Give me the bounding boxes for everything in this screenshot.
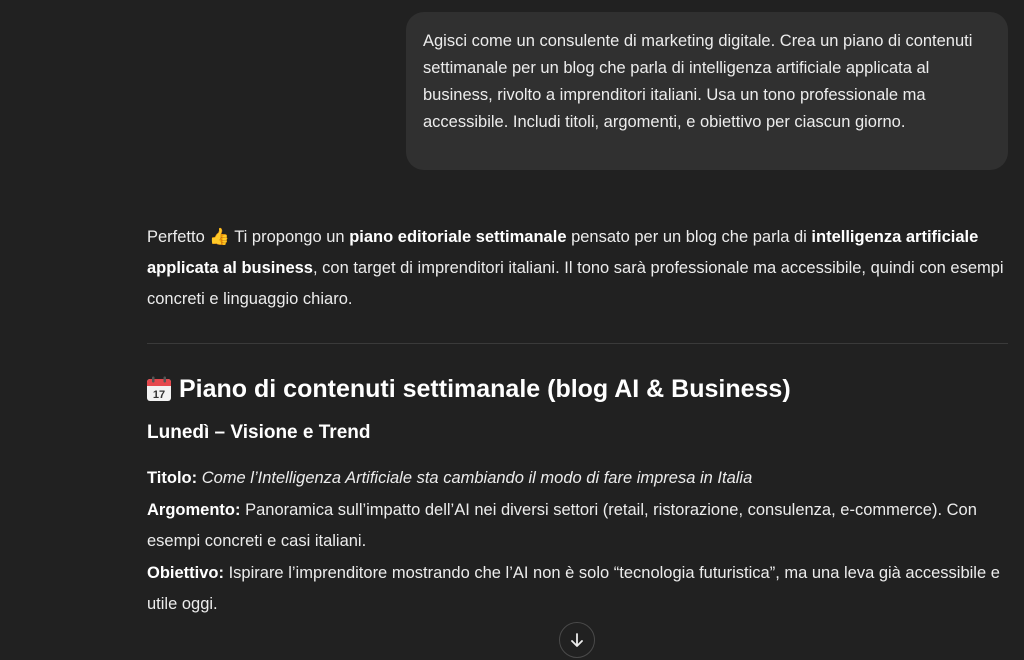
intro-text-3: pensato per un blog che parla di — [566, 228, 812, 246]
scroll-to-bottom-button[interactable] — [559, 622, 595, 658]
titolo-value: Come l’Intelligenza Artificiale sta camb… — [201, 469, 753, 487]
obiettivo-label: Obiettivo: — [147, 563, 224, 582]
thumbs-up-icon: 👍 — [209, 228, 230, 246]
section-divider — [147, 343, 1008, 344]
titolo-line: Titolo: Come l’Intelligenza Artificiale … — [147, 463, 1009, 495]
user-message-text: Agisci come un consulente di marketing d… — [423, 32, 973, 131]
intro-text-1: Perfetto — [147, 228, 210, 246]
intro-bold-1: piano editoriale settimanale — [349, 228, 567, 246]
calendar-icon: 17 — [147, 376, 171, 401]
plan-heading-text: Piano di contenuti settimanale (blog AI … — [179, 375, 791, 403]
assistant-intro: Perfetto 👍 Ti propongo un piano editoria… — [147, 222, 1009, 315]
argomento-value: Panoramica sull’impatto dell’AI nei dive… — [147, 500, 977, 551]
svg-text:17: 17 — [153, 389, 165, 401]
titolo-label: Titolo: — [147, 469, 198, 487]
assistant-message: Perfetto 👍 Ti propongo un piano editoria… — [147, 222, 1009, 621]
obiettivo-line: Obiettivo: Ispirare l’imprenditore mostr… — [147, 558, 1009, 621]
user-message-bubble: Agisci come un consulente di marketing d… — [406, 12, 1008, 170]
argomento-label: Argomento: — [147, 500, 241, 519]
plan-heading: 17 Piano di contenuti settimanale (blog … — [145, 372, 1009, 406]
day-details: Titolo: Come l’Intelligenza Artificiale … — [147, 463, 1009, 621]
arrow-down-icon — [571, 633, 583, 647]
obiettivo-value: Ispirare l’imprenditore mostrando che l’… — [147, 563, 1000, 614]
argomento-line: Argomento: Panoramica sull’impatto dell’… — [147, 495, 1009, 558]
intro-text-2: Ti propongo un — [229, 228, 350, 246]
day-heading-monday: Lunedì – Visione e Trend — [147, 422, 371, 443]
